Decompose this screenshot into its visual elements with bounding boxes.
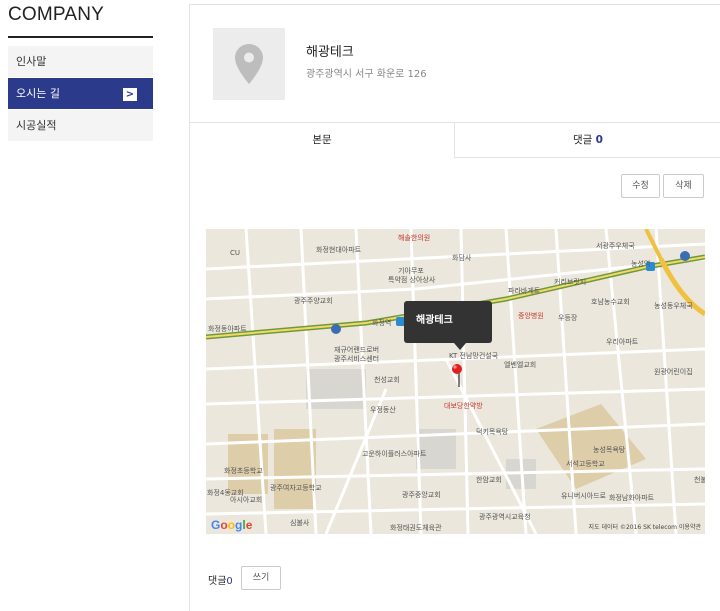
map-view[interactable]: 해솔한의원 화정현대아파트 화담사 서광주우체국 농성역 기아무포 특약점 상아… [206, 229, 705, 534]
tab-label: 본문 [312, 134, 332, 146]
map-place-label: 서광주우체국 [596, 242, 635, 250]
edit-button[interactable]: 수정 [621, 174, 660, 198]
comment-count: 0 [226, 576, 233, 587]
company-title: COMPANY [8, 4, 105, 25]
map-attribution[interactable]: 지도 데이터 ©2016 SK telecom 이용약관 [589, 522, 701, 531]
title-divider [8, 36, 153, 38]
google-logo: Google [211, 518, 253, 532]
map-place-label: 파라바게트 [508, 287, 541, 295]
map-place-label: 해솔한의원 [398, 234, 431, 242]
map-place-label: 광주서비스센터 [334, 355, 380, 363]
comment-count-badge: 0 [595, 134, 603, 146]
sidebar-nav: 인사말 오시는 길 > 시공실적 [8, 46, 153, 142]
chevron-right-icon: > [123, 88, 137, 101]
map-place-label: 우리아파트 [606, 338, 639, 346]
map-place-label: 덕키목욕탕 [476, 428, 509, 436]
content-panel: 해광테크 광주광역시 서구 화운로 126 본문 댓글 0 수정 삭제 해솔한의… [189, 4, 720, 611]
map-place-label: 서석고등학교 [566, 460, 605, 468]
map-place-label: 농성목욕탕 [593, 446, 626, 454]
sidebar-item-directions[interactable]: 오시는 길 > [8, 78, 153, 110]
location-pin-icon [235, 44, 263, 84]
sidebar-item-label: 오시는 길 [16, 87, 60, 100]
delete-button[interactable]: 삭제 [663, 174, 704, 198]
map-place-label: CU [230, 249, 241, 257]
map-place-label: 한암교회 [476, 476, 502, 484]
sidebar-item-label: 인사말 [16, 55, 47, 68]
map-place-label: 고운하이플러스아파트 [362, 450, 427, 458]
map-place-label: 특약점 상아상사 [388, 276, 436, 284]
sidebar-item-portfolio[interactable]: 시공실적 [8, 110, 153, 142]
map-place-label: 우정동산 [370, 406, 396, 414]
sidebar-item-greeting[interactable]: 인사말 [8, 46, 153, 78]
comment-section-label: 댓글0 [208, 572, 233, 587]
map-place-label: 화정역 [372, 319, 392, 327]
map-place-label: 화정현대아파트 [316, 246, 362, 254]
tab-body[interactable]: 본문 [190, 123, 455, 158]
tab-label: 댓글 [573, 134, 593, 146]
place-name: 해광테크 [306, 45, 354, 60]
map-place-label: 화정4동교회 [207, 489, 244, 497]
map-place-label: 농성동우체국 [654, 302, 693, 310]
tab-comments[interactable]: 댓글 0 [455, 123, 720, 158]
map-place-label: 대보당한약방 [444, 402, 483, 410]
map-place-label: 농성역 [631, 260, 651, 268]
map-place-label: 엘벤엘교회 [504, 361, 537, 369]
map-place-label: 심불사 [290, 519, 310, 527]
map-place-label: 천성교회 [374, 376, 400, 384]
map-place-label: 호남농수교회 [591, 298, 630, 306]
map-place-label: 화정남화아파트 [609, 494, 655, 502]
map-place-label: 화정태권도체육관 [390, 524, 442, 532]
sidebar-item-label: 시공실적 [16, 119, 57, 132]
place-address: 광주광역시 서구 화운로 126 [306, 69, 427, 80]
map-place-label: KT 전남망건설국 [449, 352, 499, 360]
map-marker-tooltip[interactable]: 해광테크 [404, 301, 492, 350]
map-place-label: 커리브릿지 [554, 278, 587, 286]
place-thumbnail [213, 28, 285, 100]
place-card: 해광테크 광주광역시 서구 화운로 126 [190, 5, 720, 122]
map-place-label: 광주중앙교회 [402, 491, 441, 499]
comment-label-text: 댓글 [208, 576, 227, 587]
map-place-label: 광주여자고등학교 [270, 484, 322, 492]
map-place-label: 화정동아파트 [208, 325, 247, 333]
map-place-label: 원광어린이집 [654, 368, 693, 376]
map-place-label: 중앙병원 [518, 312, 544, 320]
map-place-label: 광주광역시교육청 [479, 513, 531, 521]
map-place-label: 유니버시아드로 [561, 492, 607, 500]
tab-bar: 본문 댓글 0 [190, 122, 720, 158]
map-place-label: 화정초등학교 [224, 467, 263, 475]
map-place-label: 광주주양교회 [294, 297, 333, 305]
map-place-label: 천불교회 [694, 476, 705, 484]
map-place-label: 화담사 [452, 254, 472, 262]
write-comment-button[interactable]: 쓰기 [241, 566, 281, 590]
map-place-label: 우등장 [558, 314, 578, 322]
